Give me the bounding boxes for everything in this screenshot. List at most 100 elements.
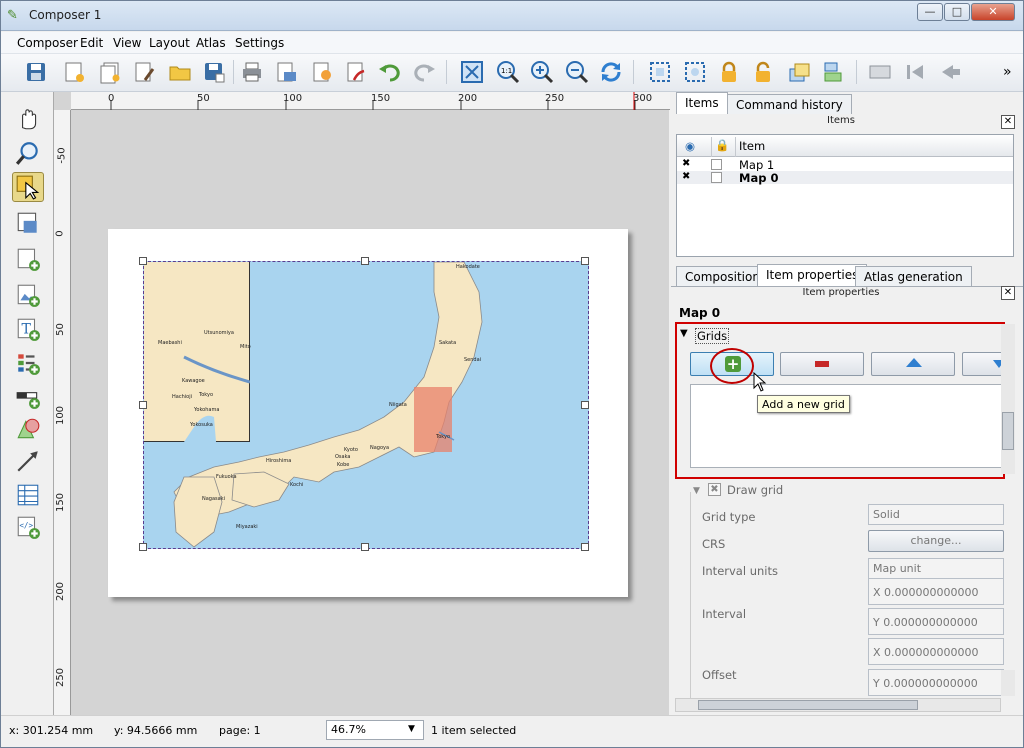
tab-item-properties[interactable]: Item properties <box>757 264 868 286</box>
properties-scroll-area: ▼ Grids + Add a new grid ▼ ✖ Draw grid G… <box>675 322 1005 700</box>
maximize-button[interactable]: □ <box>944 3 970 21</box>
zoom-full-icon[interactable] <box>459 59 485 85</box>
composer-manager-icon[interactable] <box>131 59 157 85</box>
export-image-icon[interactable] <box>273 59 299 85</box>
pan-hand-icon[interactable] <box>12 104 44 134</box>
collapse-triangle-icon[interactable]: ▼ <box>680 328 688 339</box>
move-item-content-icon[interactable] <box>12 208 44 238</box>
menu-atlas[interactable]: Atlas <box>196 36 226 50</box>
add-legend-icon[interactable] <box>12 348 44 378</box>
new-composer-icon[interactable] <box>61 59 87 85</box>
grids-scrollbar[interactable] <box>1001 324 1015 474</box>
resize-handle[interactable] <box>139 257 147 265</box>
close-icon[interactable]: ✕ <box>1001 286 1015 300</box>
select-move-item-icon[interactable] <box>12 172 44 202</box>
lock-checkbox[interactable] <box>711 172 722 183</box>
close-icon[interactable]: ✕ <box>1001 115 1015 129</box>
zoom-100-icon[interactable]: 1:1 <box>495 59 521 85</box>
first-feature-icon[interactable] <box>902 59 928 85</box>
zoom-in-icon[interactable] <box>529 59 555 85</box>
tab-composition[interactable]: Composition <box>676 266 769 286</box>
lock-checkbox[interactable] <box>711 159 722 170</box>
add-new-map-icon[interactable] <box>12 244 44 274</box>
open-folder-icon[interactable] <box>167 59 193 85</box>
unlock-items-icon[interactable] <box>750 59 776 85</box>
composer-canvas[interactable]: 0 50 100 150 200 250 300 -50 0 50 100 15… <box>53 92 670 715</box>
refresh-icon[interactable] <box>598 59 624 85</box>
tab-command-history[interactable]: Command history <box>727 94 852 114</box>
tab-items[interactable]: Items <box>676 92 728 114</box>
align-items-icon[interactable] <box>821 59 847 85</box>
visible-checkbox[interactable]: ✖ <box>682 171 690 182</box>
add-image-icon[interactable] <box>12 280 44 310</box>
menu-settings[interactable]: Settings <box>235 36 284 50</box>
undo-icon[interactable] <box>377 59 403 85</box>
menu-composer[interactable]: Composer <box>17 36 78 50</box>
horizontal-ruler: 0 50 100 150 200 250 300 <box>71 92 670 110</box>
export-pdf-icon[interactable] <box>343 59 369 85</box>
resize-handle[interactable] <box>139 543 147 551</box>
raise-items-icon[interactable] <box>786 59 812 85</box>
group-items-icon[interactable] <box>647 59 673 85</box>
interval-x-input[interactable]: X 0.000000000000 <box>868 578 1004 605</box>
lock-items-icon[interactable] <box>716 59 742 85</box>
map-item-1-inset[interactable]: Utsunomiya Maebashi Tokyo Kawagoe Hachio… <box>144 262 251 442</box>
menu-view[interactable]: View <box>113 36 141 50</box>
offset-y-input[interactable]: Y 0.000000000000 <box>868 669 1004 696</box>
atlas-preview-icon[interactable] <box>867 59 893 85</box>
move-grid-down-button[interactable] <box>962 352 1005 376</box>
properties-scrollbar[interactable] <box>1001 670 1015 696</box>
zoom-out-icon[interactable] <box>564 59 590 85</box>
menu-layout[interactable]: Layout <box>149 36 190 50</box>
menu-bar: Composer Edit View Layout Atlas Settings <box>1 32 1023 54</box>
offset-x-input[interactable]: X 0.000000000000 <box>868 638 1004 665</box>
add-html-frame-icon[interactable]: </> <box>12 512 44 542</box>
add-arrow-icon[interactable] <box>12 446 44 476</box>
ungroup-items-icon[interactable] <box>682 59 708 85</box>
zoom-tool-icon[interactable] <box>12 138 44 168</box>
add-attribute-table-icon[interactable] <box>12 480 44 510</box>
resize-handle[interactable] <box>581 543 589 551</box>
resize-handle[interactable] <box>361 257 369 265</box>
resize-handle[interactable] <box>361 543 369 551</box>
change-crs-button[interactable]: change... <box>868 530 1004 552</box>
add-shape-icon[interactable] <box>12 414 44 444</box>
table-row[interactable]: ✖ Map 0 <box>677 171 1013 185</box>
remove-grid-button[interactable] <box>780 352 864 376</box>
previous-feature-icon[interactable] <box>937 59 963 85</box>
scrollbar-thumb[interactable] <box>1002 412 1014 450</box>
move-grid-up-button[interactable] <box>871 352 955 376</box>
save-as-template-icon[interactable] <box>201 59 227 85</box>
map-item-0[interactable]: Hakodate Sakata Sendai Niigata Tokyo Nag… <box>143 261 589 549</box>
redo-icon[interactable] <box>411 59 437 85</box>
visible-checkbox[interactable]: ✖ <box>682 158 690 169</box>
menu-edit[interactable]: Edit <box>80 36 103 50</box>
interval-y-input[interactable]: Y 0.000000000000 <box>868 608 1004 635</box>
add-scalebar-icon[interactable] <box>12 382 44 412</box>
save-icon[interactable] <box>23 59 49 85</box>
horizontal-scrollbar[interactable] <box>675 698 1001 712</box>
minimize-button[interactable]: — <box>917 3 943 21</box>
toolbar-overflow-button[interactable]: » <box>1003 64 1012 80</box>
grids-group-title[interactable]: Grids <box>695 328 730 344</box>
svg-text:1:1: 1:1 <box>501 67 512 75</box>
resize-handle[interactable] <box>581 257 589 265</box>
zoom-combobox[interactable]: 46.7% ▼ <box>326 720 424 740</box>
interval-units-select[interactable]: Map unit <box>868 558 1004 579</box>
add-label-icon[interactable]: T <box>12 314 44 344</box>
print-icon[interactable] <box>239 59 265 85</box>
scrollbar-thumb[interactable] <box>698 700 918 710</box>
resize-handle[interactable] <box>139 401 147 409</box>
tooltip: Add a new grid <box>757 395 850 413</box>
visibility-eye-icon: ◉ <box>685 139 696 153</box>
grid-type-select[interactable]: Solid <box>868 504 1004 525</box>
chevron-down-icon[interactable]: ▼ <box>408 724 415 734</box>
export-svg-icon[interactable] <box>309 59 335 85</box>
duplicate-composer-icon[interactable] <box>97 59 123 85</box>
city-label: Tokyo <box>436 434 450 440</box>
close-button[interactable]: ✕ <box>971 3 1015 21</box>
city-label: Osaka <box>335 454 351 460</box>
table-row[interactable]: ✖ Map 1 <box>677 158 1013 172</box>
resize-handle[interactable] <box>581 401 589 409</box>
tab-atlas-generation[interactable]: Atlas generation <box>855 266 972 286</box>
